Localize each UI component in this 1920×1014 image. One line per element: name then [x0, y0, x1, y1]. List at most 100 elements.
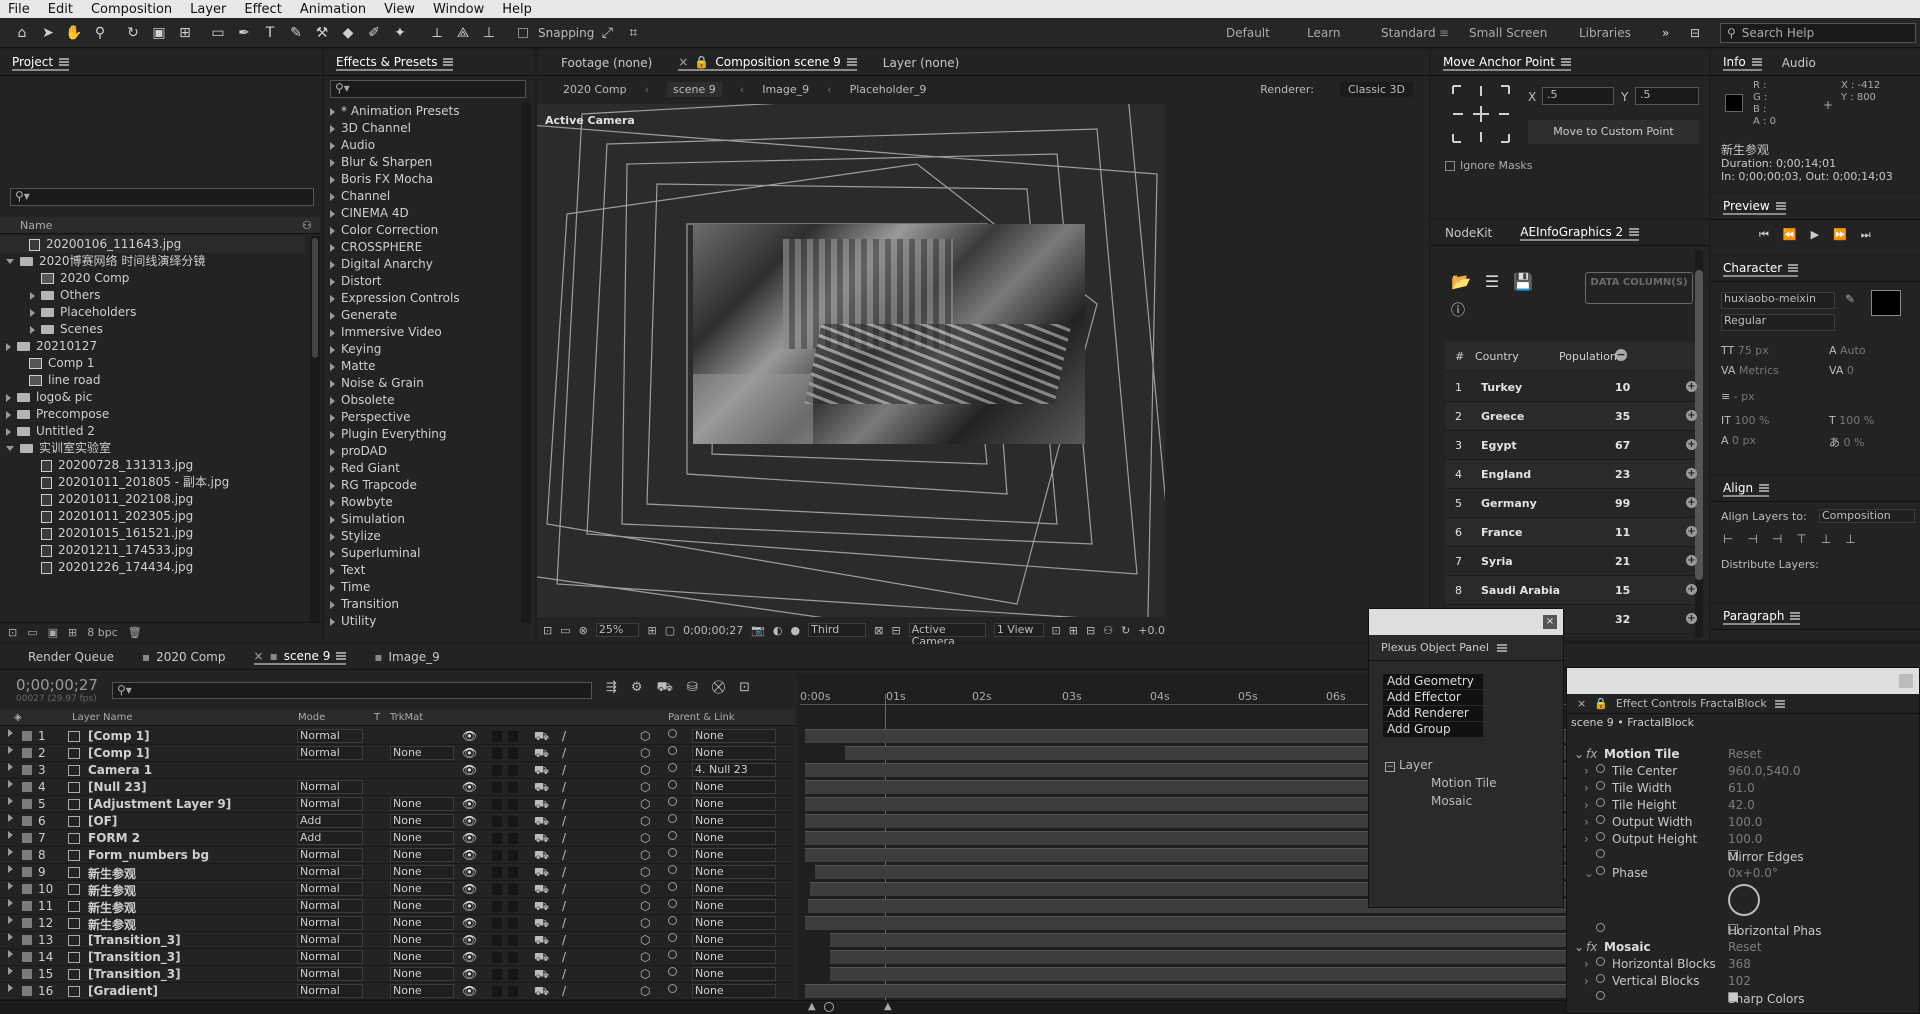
layer-trkmat-select[interactable]: None — [390, 899, 454, 913]
effect-category[interactable]: Rowbyte — [330, 494, 520, 511]
project-item[interactable]: 20200106_111643.jpg — [0, 236, 305, 253]
layer-mode-select[interactable]: Normal — [297, 729, 363, 743]
eye-icon[interactable]: 👁 — [462, 848, 477, 862]
snap-options-icon[interactable]: ⤢ — [597, 24, 617, 42]
save-icon[interactable]: 💾 — [1513, 272, 1533, 291]
show-channel-icon[interactable]: ◐ — [773, 624, 783, 637]
add-row-icon[interactable]: + — [1686, 439, 1697, 450]
axis-world-icon[interactable]: ⟁ — [453, 24, 473, 42]
interpret-footage-icon[interactable]: ⊡ — [8, 626, 17, 639]
disclosure-triangle-icon[interactable] — [30, 291, 35, 300]
row-country[interactable]: Germany — [1481, 497, 1537, 510]
stroke-width-value[interactable]: - px — [1734, 390, 1755, 403]
disclosure-triangle-icon[interactable] — [330, 345, 335, 354]
layer-row[interactable]: 16 [Gradient] Normal None 👁 ⛟ / ⬡ None — [0, 983, 795, 1000]
shy-switch-icon[interactable]: ⛟ — [534, 780, 549, 796]
label-color-swatch[interactable] — [22, 935, 32, 945]
type-tool-icon[interactable]: T — [260, 24, 280, 42]
label-color-swatch[interactable] — [22, 884, 32, 894]
project-item[interactable]: 20201011_202108.jpg — [0, 491, 305, 508]
disclosure-triangle-icon[interactable] — [330, 124, 335, 133]
property-value[interactable]: 100.0 — [1728, 815, 1762, 829]
lock-switch[interactable] — [508, 765, 518, 776]
layer-parent-select[interactable]: None — [692, 797, 776, 811]
layer-mode-select[interactable]: Normal — [297, 848, 363, 862]
baseline-shift-value[interactable]: 0 px — [1732, 434, 1756, 447]
layer-parent-select[interactable]: None — [692, 882, 776, 896]
quality-switch-icon[interactable]: / — [562, 865, 566, 879]
layer-expand-icon[interactable] — [8, 848, 13, 856]
lock-switch[interactable] — [508, 782, 518, 793]
shy-switch-icon[interactable]: ⛟ — [534, 916, 549, 932]
effect-category[interactable]: Noise & Grain — [330, 375, 520, 392]
shy-switch-icon[interactable]: ⛟ — [534, 865, 549, 881]
project-search-input[interactable]: ⚲▾ — [10, 188, 314, 206]
layer-parent-select[interactable]: 4. Null 23 — [692, 763, 776, 777]
col-mode[interactable]: Mode — [298, 712, 325, 723]
layer-mode-select[interactable]: Normal — [297, 950, 363, 964]
flowchart-icon[interactable]: ⚇ — [302, 217, 312, 234]
project-item[interactable]: 2020博赛网络 时间线演绎分镜 — [0, 253, 305, 270]
quality-switch-icon[interactable]: / — [562, 729, 566, 743]
eye-icon[interactable]: 👁 — [462, 763, 477, 777]
add-row-icon[interactable]: + — [1686, 497, 1697, 508]
row-population[interactable]: 15 — [1615, 584, 1630, 597]
eye-icon[interactable]: 👁 — [462, 797, 477, 811]
tracking-value[interactable]: 0 — [1847, 364, 1854, 377]
layer-row[interactable]: 10 新生参观 Normal None 👁 ⛟ / ⬡ None — [0, 881, 795, 898]
workspace-default[interactable]: Default — [1226, 18, 1270, 48]
shy-switch-icon[interactable]: ⛟ — [534, 848, 549, 864]
pixel-aspect-icon[interactable]: ⊡ — [1052, 624, 1061, 637]
stopwatch-icon[interactable] — [1596, 781, 1605, 790]
disclosure-triangle-icon[interactable] — [330, 141, 335, 150]
lock-switch[interactable] — [508, 816, 518, 827]
effect-property[interactable]: › Tile Center 960.0,540.0 — [1568, 763, 1888, 780]
eye-icon[interactable]: 👁 — [462, 780, 477, 794]
disclosure-triangle-icon[interactable] — [330, 549, 335, 558]
project-item[interactable]: 20201015_161521.jpg — [0, 525, 305, 542]
clone-tool-icon[interactable]: ⚒ — [312, 24, 332, 42]
layer-row[interactable]: 4 [Null 23] Normal 👁 ⛟ / ⬡ None — [0, 779, 795, 796]
layer-name[interactable]: 新生参观 — [88, 916, 136, 933]
layer-expand-icon[interactable] — [8, 814, 13, 822]
layer-mode-select[interactable]: Normal — [297, 780, 363, 794]
disclosure-triangle-icon[interactable] — [330, 209, 335, 218]
layer-expand-icon[interactable] — [8, 916, 13, 924]
layer-mode-select[interactable]: Normal — [297, 967, 363, 981]
disclosure-triangle-icon[interactable]: › — [1584, 957, 1589, 971]
parent-pickwhip-icon[interactable] — [668, 899, 677, 908]
layer-expand-icon[interactable] — [8, 763, 13, 771]
row-population[interactable]: 35 — [1615, 410, 1630, 423]
font-family-select[interactable]: huxiaobo-meixin — [1721, 292, 1835, 309]
home-icon[interactable]: ⌂ — [12, 24, 32, 42]
tab-image-9[interactable]: ▪ Image_9 — [374, 650, 439, 664]
quality-switch-icon[interactable]: / — [562, 780, 566, 794]
solo-switch[interactable] — [492, 952, 502, 963]
rectangle-tool-icon[interactable]: ▭ — [208, 24, 228, 42]
row-population[interactable]: 32 — [1615, 613, 1630, 626]
effects-scrollbar[interactable] — [521, 103, 531, 623]
fx-icon[interactable]: fx — [1586, 747, 1597, 761]
eye-icon[interactable]: 👁 — [462, 933, 477, 947]
stopwatch-icon[interactable] — [1596, 923, 1605, 932]
project-item[interactable]: 20200728_131313.jpg — [0, 457, 305, 474]
label-color-swatch[interactable] — [22, 867, 32, 877]
property-value[interactable]: 42.0 — [1728, 798, 1755, 812]
property-value[interactable]: 61.0 — [1728, 781, 1755, 795]
3d-layer-icon[interactable]: ⬡ — [640, 865, 650, 879]
stopwatch-icon[interactable] — [1596, 991, 1605, 1000]
tab-preview[interactable]: Preview — [1723, 199, 1786, 215]
layer-name[interactable]: Camera 1 — [88, 763, 152, 777]
project-item[interactable]: Comp 1 — [0, 355, 305, 372]
layer-parent-select[interactable]: None — [692, 780, 776, 794]
panel-menu-icon[interactable] — [1775, 201, 1786, 210]
row-population[interactable]: 10 — [1615, 381, 1630, 394]
panel-menu-icon[interactable] — [1790, 611, 1801, 620]
project-item[interactable]: 20201226_174434.jpg — [0, 559, 305, 576]
property-value[interactable]: 0x+0.0° — [1728, 866, 1778, 880]
close-icon[interactable]: × — [1577, 697, 1586, 710]
row-country[interactable]: England — [1481, 468, 1531, 481]
layer-row[interactable]: 1 [Comp 1] Normal 👁 ⛟ / ⬡ None — [0, 728, 795, 745]
effect-property[interactable]: Sharp Colors — [1568, 990, 1888, 1007]
solo-switch[interactable] — [492, 986, 502, 997]
